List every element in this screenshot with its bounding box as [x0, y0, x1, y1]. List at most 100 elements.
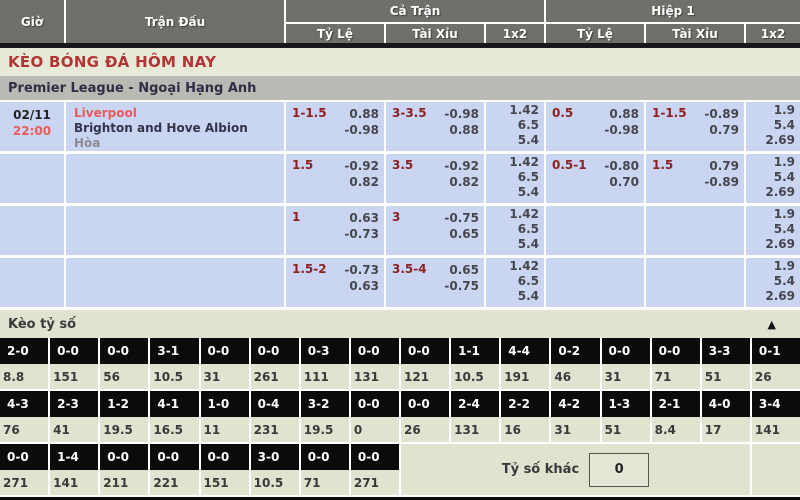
ft-handicap-cell[interactable]: 1 0.63-0.73	[286, 206, 384, 255]
score-box[interactable]: 2-1	[652, 391, 700, 417]
score-cell[interactable]: 0-0151	[201, 444, 249, 495]
score-cell[interactable]: 4-116.5	[150, 391, 198, 442]
score-odds[interactable]: 41	[50, 419, 98, 442]
score-cell[interactable]: 2-4131	[451, 391, 499, 442]
ft-overunder-cell[interactable]: 3-3.5 -0.980.88	[386, 102, 484, 151]
ft-overunder-cell[interactable]: 3.5-4 0.65-0.75	[386, 258, 484, 307]
score-box[interactable]: 0-0	[100, 444, 148, 470]
league-header[interactable]: Premier League - Ngoại Hạng Anh	[0, 76, 800, 100]
score-cell[interactable]: 1-4141	[50, 444, 98, 495]
score-cell[interactable]: 1-351	[602, 391, 650, 442]
score-odds[interactable]: 231	[251, 419, 299, 442]
odds-value[interactable]: 1.9	[746, 103, 795, 118]
score-box[interactable]: 0-0	[351, 338, 399, 364]
score-box[interactable]: 0-0	[0, 444, 48, 470]
score-cell[interactable]: 1-011	[201, 391, 249, 442]
score-odds[interactable]: 8.4	[652, 419, 700, 442]
score-box[interactable]: 0-0	[150, 444, 198, 470]
odds-value[interactable]: 5.4	[486, 133, 539, 148]
score-odds[interactable]: 10.5	[150, 366, 198, 389]
h1-1x2-cell[interactable]: 1.9 5.4 2.69	[746, 258, 800, 307]
score-cell[interactable]: 0-0261	[251, 338, 299, 389]
odds-value[interactable]: 5.4	[486, 237, 539, 252]
score-odds[interactable]: 191	[501, 366, 549, 389]
odds-value[interactable]: 6.5	[486, 118, 539, 133]
odds-value[interactable]: -0.98	[546, 122, 639, 138]
score-odds[interactable]: 131	[351, 366, 399, 389]
score-odds[interactable]: 46	[551, 366, 599, 389]
odds-value[interactable]: 6.5	[486, 222, 539, 237]
score-cell[interactable]: 2-08.8	[0, 338, 48, 389]
score-cell[interactable]: 3-010.5	[251, 444, 299, 495]
odds-value[interactable]: -0.89	[646, 174, 739, 190]
score-box[interactable]: 2-4	[451, 391, 499, 417]
score-odds[interactable]: 31	[551, 419, 599, 442]
collapse-arrow-icon[interactable]: ▲	[768, 318, 776, 331]
odds-value[interactable]: 0.82	[386, 174, 479, 190]
h1-overunder-cell[interactable]: 1-1.5 -0.890.79	[646, 102, 744, 151]
odds-value[interactable]: 6.5	[486, 170, 539, 185]
score-odds[interactable]: 271	[351, 472, 399, 495]
score-cell[interactable]: 2-341	[50, 391, 98, 442]
score-box[interactable]: 4-1	[150, 391, 198, 417]
ft-1x2-cell[interactable]: 1.42 6.5 5.4	[486, 258, 544, 307]
score-box[interactable]: 0-0	[401, 391, 449, 417]
score-cell[interactable]: 4-231	[551, 391, 599, 442]
score-box[interactable]: 0-3	[301, 338, 349, 364]
odds-value[interactable]: 6.5	[486, 274, 539, 289]
score-odds[interactable]: 221	[150, 472, 198, 495]
score-box[interactable]: 0-0	[351, 444, 399, 470]
score-cell[interactable]: 0-031	[602, 338, 650, 389]
score-box[interactable]: 1-4	[50, 444, 98, 470]
odds-value[interactable]: 5.4	[746, 222, 795, 237]
score-odds[interactable]: 51	[702, 366, 750, 389]
odds-value[interactable]: -0.75	[386, 278, 479, 294]
score-odds[interactable]: 131	[451, 419, 499, 442]
score-box[interactable]: 0-0	[351, 391, 399, 417]
odds-value[interactable]: 1.9	[746, 259, 795, 274]
score-box[interactable]: 0-4	[251, 391, 299, 417]
score-odds[interactable]: 10.5	[451, 366, 499, 389]
score-cell[interactable]: 3-110.5	[150, 338, 198, 389]
score-box[interactable]: 4-0	[702, 391, 750, 417]
score-odds[interactable]: 141	[50, 472, 98, 495]
h1-handicap-cell[interactable]: 0.5-1 -0.800.70	[546, 154, 644, 203]
score-odds[interactable]: 16	[501, 419, 549, 442]
score-cell[interactable]: 0-00	[351, 391, 399, 442]
score-odds[interactable]: 51	[602, 419, 650, 442]
score-box[interactable]: 2-2	[501, 391, 549, 417]
odds-value[interactable]: 2.69	[746, 185, 795, 200]
odds-value[interactable]: 0.65	[386, 226, 479, 242]
score-box[interactable]: 0-1	[752, 338, 800, 364]
score-box[interactable]: 0-0	[100, 338, 148, 364]
score-cell[interactable]: 1-219.5	[100, 391, 148, 442]
score-box[interactable]: 0-0	[251, 338, 299, 364]
score-cell[interactable]: 2-216	[501, 391, 549, 442]
odds-value[interactable]: 5.4	[746, 274, 795, 289]
odds-value[interactable]: -0.73	[286, 226, 379, 242]
h1-handicap-cell[interactable]: 0.5 0.88-0.98	[546, 102, 644, 151]
score-box[interactable]: 1-1	[451, 338, 499, 364]
odds-value[interactable]: 5.4	[746, 170, 795, 185]
ft-overunder-cell[interactable]: 3 -0.750.65	[386, 206, 484, 255]
score-cell[interactable]: 2-18.4	[652, 391, 700, 442]
score-cell[interactable]: 0-4231	[251, 391, 299, 442]
score-odds[interactable]: 111	[301, 366, 349, 389]
score-box[interactable]: 1-3	[602, 391, 650, 417]
score-odds[interactable]: 17	[702, 419, 750, 442]
odds-value[interactable]: 1.9	[746, 155, 795, 170]
ft-1x2-cell[interactable]: 1.42 6.5 5.4	[486, 206, 544, 255]
odds-value[interactable]: 1.42	[486, 103, 539, 118]
score-odds[interactable]: 19.5	[301, 419, 349, 442]
ft-1x2-cell[interactable]: 1.42 6.5 5.4	[486, 102, 544, 151]
score-odds[interactable]: 121	[401, 366, 449, 389]
odds-value[interactable]: 1.42	[486, 259, 539, 274]
score-cell[interactable]: 0-0221	[150, 444, 198, 495]
score-odds[interactable]: 19.5	[100, 419, 148, 442]
score-cell[interactable]: 3-351	[702, 338, 750, 389]
score-odds[interactable]: 151	[201, 472, 249, 495]
score-box[interactable]: 0-2	[551, 338, 599, 364]
odds-value[interactable]: 2.69	[746, 289, 795, 304]
score-cell[interactable]: 0-246	[551, 338, 599, 389]
score-cell[interactable]: 0-0131	[351, 338, 399, 389]
